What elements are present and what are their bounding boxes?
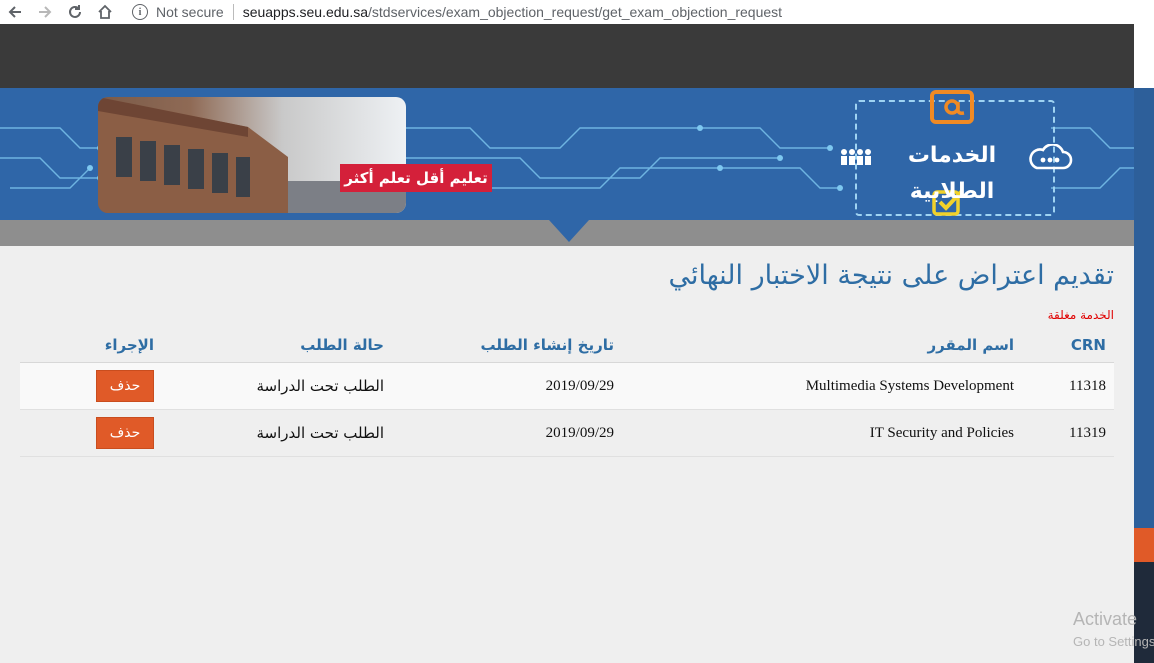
page-title: تقديم اعتراض على نتيجة الاختبار النهائي <box>668 260 1114 291</box>
cell-created-date: 2019/09/29 <box>545 377 614 394</box>
at-icon <box>930 90 974 124</box>
people-icon <box>841 149 871 165</box>
main-content: تقديم اعتراض على نتيجة الاختبار النهائي … <box>0 246 1134 663</box>
cell-created-date: 2019/09/29 <box>545 424 614 441</box>
table-header: CRN اسم المقرر تاريخ إنشاء الطلب حالة ال… <box>20 328 1114 363</box>
cell-crn: 11319 <box>1069 424 1106 441</box>
services-title: الخدمات الطلابية <box>907 143 997 204</box>
delete-button[interactable]: حذف <box>96 417 154 449</box>
banner-pointer <box>549 220 589 242</box>
service-closed-note: الخدمة مغلقة <box>1047 308 1114 322</box>
header-crn: CRN <box>1070 336 1106 354</box>
side-strip-accent <box>1134 528 1154 562</box>
header-banner: تعليم أقل تعلم أكثر الخدمات الطلابية <box>0 88 1134 220</box>
cell-course: Multimedia Systems Development <box>805 377 1014 394</box>
url-host: seuapps.seu.edu.sa <box>242 4 369 20</box>
campus-photo <box>98 97 406 213</box>
header-action: الإجراء <box>104 336 154 354</box>
header-course: اسم المقرر <box>927 336 1014 354</box>
cell-status: الطلب تحت الدراسة <box>256 377 385 395</box>
cell-course: IT Security and Policies <box>869 424 1014 441</box>
divider <box>232 4 234 20</box>
cell-crn: 11318 <box>1069 377 1106 394</box>
table-row: 11318 Multimedia Systems Development 201… <box>20 363 1114 410</box>
info-icon[interactable]: i <box>132 4 148 20</box>
windows-activation-subtext: Go to Settings <box>1073 634 1154 649</box>
forward-icon[interactable] <box>30 1 60 23</box>
objection-requests-table: CRN اسم المقرر تاريخ إنشاء الطلب حالة ال… <box>20 328 1114 457</box>
top-navbar <box>0 24 1134 88</box>
header-created-date: تاريخ إنشاء الطلب <box>480 336 614 354</box>
cloud-icon <box>1029 144 1073 170</box>
reload-icon[interactable] <box>60 1 90 23</box>
url-path: /stdservices/exam_objection_request/get_… <box>368 4 783 20</box>
table-row: 11319 IT Security and Policies 2019/09/2… <box>20 410 1114 457</box>
delete-button[interactable]: حذف <box>96 370 154 402</box>
slogan-ribbon: تعليم أقل تعلم أكثر <box>340 164 492 192</box>
browser-toolbar: i Not secure seuapps.seu.edu.sa/stdservi… <box>0 0 1154 24</box>
cell-action: حذف <box>20 370 154 402</box>
security-label: Not secure <box>156 4 224 20</box>
header-status: حالة الطلب <box>300 336 384 354</box>
home-icon[interactable] <box>90 1 120 23</box>
cell-status: الطلب تحت الدراسة <box>256 424 385 442</box>
cell-action: حذف <box>20 417 154 449</box>
back-icon[interactable] <box>0 1 30 23</box>
address-bar[interactable]: i Not secure seuapps.seu.edu.sa/stdservi… <box>132 1 782 23</box>
windows-activation-watermark: Activate <box>1073 609 1138 629</box>
